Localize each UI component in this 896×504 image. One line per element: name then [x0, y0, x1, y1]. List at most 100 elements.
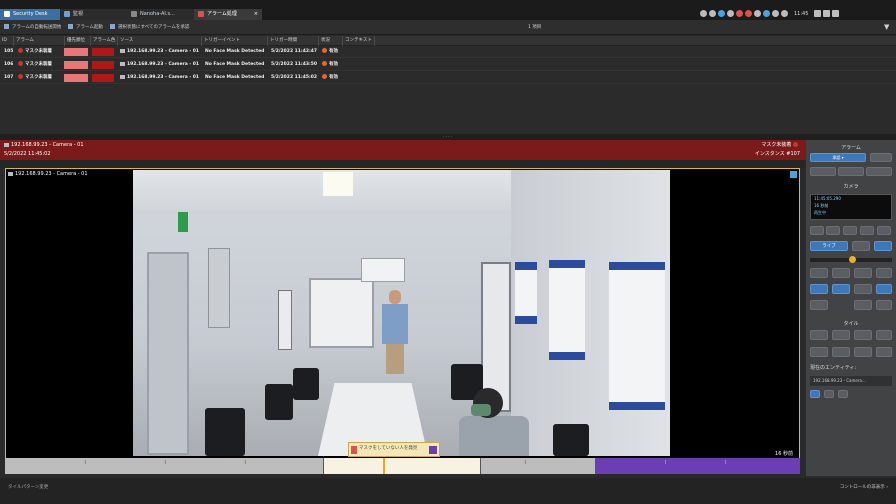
table-row[interactable]: 105 マスク未装着 192.168.99.23 - Camera - 01 N… — [0, 46, 896, 58]
camera-action-button[interactable] — [854, 300, 872, 310]
tray-icon[interactable] — [736, 10, 743, 17]
action-icon[interactable] — [429, 446, 437, 454]
current-entity[interactable]: 192.168.99.23 - Camera... — [810, 376, 892, 386]
window-button-icon[interactable] — [814, 10, 822, 17]
left-door — [147, 252, 189, 455]
tile-button[interactable] — [854, 347, 872, 357]
table-header: ID アラーム 優先順位 アラーム色 ソース トリガーイベント トリガー時間 状… — [0, 36, 896, 46]
tab-nanoha-ai[interactable]: Nanoha-AI.s... — [127, 9, 194, 20]
row-event: No Face Mask Detected — [205, 49, 265, 54]
col-status[interactable]: 状況 — [319, 36, 343, 46]
alarm-header: 192.168.99.23 - Camera - 01 5/2/2022 11:… — [0, 140, 806, 160]
tab-alarm-processing[interactable]: アラーム処理 × — [194, 9, 262, 20]
col-alarm-color[interactable]: アラーム色 — [91, 36, 118, 46]
tile-button[interactable] — [854, 330, 872, 340]
timeline-tick — [525, 460, 526, 464]
detection-toast[interactable]: マスクをしていない人を発見 — [348, 442, 440, 457]
filter-icon[interactable]: ▼ — [884, 23, 889, 32]
col-priority[interactable]: 優先順位 — [65, 36, 91, 46]
timeline[interactable] — [5, 458, 800, 474]
camera-action-button[interactable] — [876, 300, 892, 310]
ptz-button[interactable] — [810, 284, 828, 294]
tray-icon[interactable] — [727, 10, 734, 17]
ptz-button[interactable] — [832, 284, 850, 294]
col-context[interactable]: コンテキスト — [343, 36, 375, 46]
table-row[interactable]: 107 マスク未装着 192.168.99.23 - Camera - 01 N… — [0, 72, 896, 84]
tile-button[interactable] — [832, 330, 850, 340]
auto-forward-button[interactable]: アラームの自動転送開始 — [4, 23, 61, 32]
close-tab-icon[interactable]: × — [254, 9, 258, 20]
video-tile[interactable]: 192.168.99.23 - Camera - 01 16 秒前 — [5, 168, 800, 474]
acknowledge-all-button[interactable]: 選択状態にすべてのアラームを承認 — [110, 23, 189, 32]
tray-icon[interactable] — [745, 10, 752, 17]
tile-button[interactable] — [876, 330, 892, 340]
trigger-alarm-button[interactable]: アラーム起動 — [68, 23, 103, 32]
camera-action-button[interactable] — [874, 241, 892, 251]
hide-controls-link[interactable]: コントロールの非表示 › — [840, 484, 888, 490]
row-status: 有効 — [329, 49, 338, 54]
col-id[interactable]: ID — [0, 36, 14, 46]
speed-slider-knob[interactable] — [849, 256, 856, 263]
right-wall — [511, 170, 670, 456]
window-button-icon[interactable] — [823, 10, 831, 17]
tile-button[interactable] — [832, 347, 850, 357]
camera-action-button[interactable] — [810, 268, 828, 278]
alarm-source: 192.168.99.23 - Camera - 01 — [11, 142, 84, 148]
tile-pattern-link[interactable]: タイルパターン変更 — [8, 484, 48, 490]
tray-icon[interactable] — [781, 10, 788, 17]
alarm-action-button[interactable] — [866, 167, 892, 176]
record-button[interactable] — [810, 300, 828, 310]
row-id: 105 — [4, 49, 14, 54]
entity-nav-button[interactable] — [810, 390, 820, 398]
pause-button[interactable] — [843, 226, 857, 235]
alarm-name: マスク未装着 — [761, 142, 792, 148]
tab-monitoring[interactable]: 監視 — [60, 9, 127, 20]
tile-button[interactable] — [876, 347, 892, 357]
col-alarm[interactable]: アラーム — [14, 36, 65, 46]
window-button-icon[interactable] — [832, 10, 840, 17]
rewind-button[interactable] — [826, 226, 840, 235]
entity-nav-button[interactable] — [824, 390, 834, 398]
tray-icon[interactable] — [763, 10, 770, 17]
skip-back-button[interactable] — [810, 226, 824, 235]
timeline-selection[interactable] — [323, 458, 481, 474]
acknowledge-dropdown[interactable]: 承認 ▾ — [810, 153, 866, 162]
camera-action-button[interactable] — [832, 268, 850, 278]
row-source: 192.168.99.23 - Camera - 01 — [127, 62, 200, 67]
camera-action-button[interactable] — [854, 268, 872, 278]
paper-board — [278, 290, 292, 350]
gutter — [0, 168, 5, 474]
camera-action-button[interactable] — [852, 241, 870, 251]
row-id: 106 — [4, 62, 14, 67]
alarm-action-button[interactable] — [810, 167, 836, 176]
timeline-cursor[interactable] — [383, 458, 385, 474]
tray-icon[interactable] — [772, 10, 779, 17]
live-button[interactable]: ライブ — [810, 241, 848, 251]
ptz-button[interactable] — [876, 284, 892, 294]
tile-button[interactable] — [810, 347, 828, 357]
forward-button[interactable] — [860, 226, 874, 235]
tray-icon[interactable] — [754, 10, 761, 17]
tray-icon[interactable] — [709, 10, 716, 17]
alarm-action-button[interactable] — [870, 153, 892, 162]
camera-action-button[interactable] — [876, 268, 892, 278]
entity-nav-button[interactable] — [838, 390, 848, 398]
ptz-button[interactable] — [854, 284, 872, 294]
alarm-action-button[interactable] — [838, 167, 864, 176]
tray-icon[interactable] — [718, 10, 725, 17]
tray-icon[interactable] — [700, 10, 707, 17]
col-source[interactable]: ソース — [118, 36, 202, 46]
tile-button[interactable] — [810, 330, 828, 340]
tile-section-title: タイル — [843, 321, 859, 327]
row-id: 107 — [4, 75, 14, 80]
table-row[interactable]: 106 マスク未装着 192.168.99.23 - Camera - 01 N… — [0, 59, 896, 71]
skip-forward-button[interactable] — [877, 226, 891, 235]
col-trigger-time[interactable]: トリガー時間 — [268, 36, 319, 46]
col-trigger-event[interactable]: トリガーイベント — [202, 36, 268, 46]
tile-menu-icon[interactable] — [790, 171, 797, 178]
person-mask — [471, 404, 491, 416]
row-source: 192.168.99.23 - Camera - 01 — [127, 49, 200, 54]
control-panel: アラーム 承認 ▾ カメラ 11:45:05.290 16 秒前 再生中 ライブ — [806, 140, 896, 476]
row-time: 5/2/2022 11:45:02 — [271, 75, 318, 80]
tab-security-desk[interactable]: Security Desk — [0, 9, 60, 20]
